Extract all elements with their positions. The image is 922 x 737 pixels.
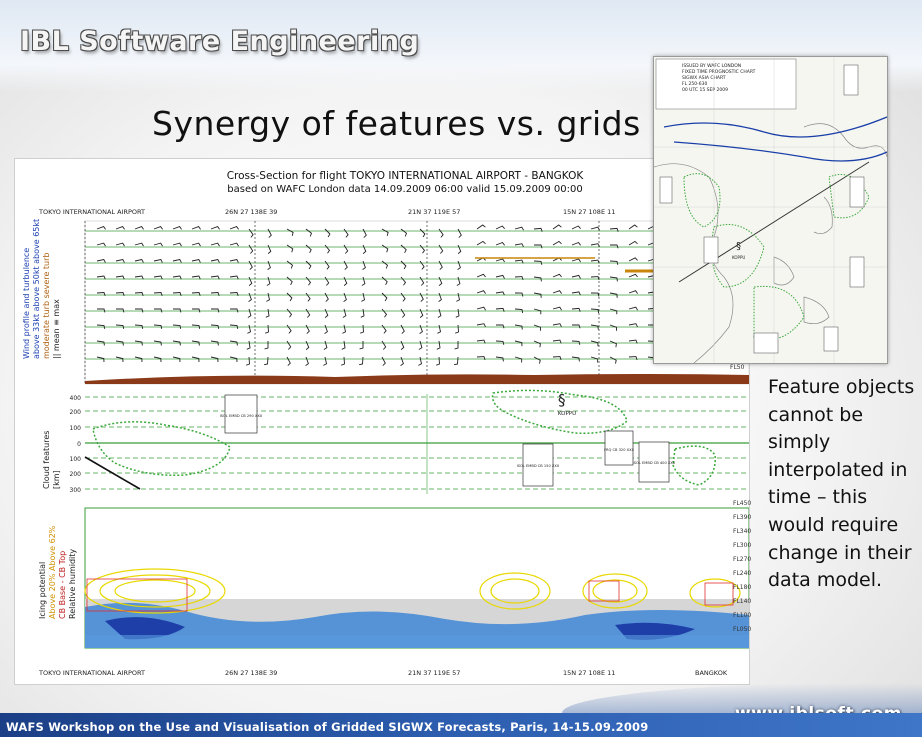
svg-text:Relative humidity: Relative humidity — [68, 549, 77, 619]
route-end-label-bottom: BANGKOK — [695, 669, 728, 677]
waypoint-1-bottom: 26N 27 138E 39 — [225, 669, 277, 677]
svg-text:Cloud features: Cloud features — [42, 431, 51, 489]
route-start-label-top: TOKYO INTERNATIONAL AIRPORT — [38, 208, 145, 216]
sigwx-map-inset: ISSUED BY WAFC LONDON FIXED TIME PROGNOS… — [653, 56, 888, 364]
waypoint-1-top: 26N 27 138E 39 — [225, 208, 277, 216]
svg-text:300: 300 — [70, 487, 82, 494]
annotation-1: ISOL EMBD CB 290 XXX — [220, 414, 263, 418]
tropical-cyclone-icon: § — [558, 391, 566, 409]
annotation-3: FRQ CB 320 XXX — [604, 448, 635, 452]
svg-text:0: 0 — [77, 441, 81, 448]
svg-text:ISSUED BY WAFC LONDON: ISSUED BY WAFC LONDON — [682, 63, 741, 69]
cloud-features-panel: 400 200 100 0 100 200 300 ISOL EMBD CB 2… — [42, 389, 749, 494]
fl50-label: FL50 — [730, 364, 745, 371]
waypoint-3-bottom: 15N 27 108E 11 — [563, 669, 615, 677]
cross-section-figure: Cross-Section for flight TOKYO INTERNATI… — [14, 158, 750, 685]
svg-text:00 UTC 15 SEP 2009: 00 UTC 15 SEP 2009 — [682, 87, 728, 93]
svg-text:200: 200 — [70, 471, 82, 478]
svg-text:FL 250-630: FL 250-630 — [682, 81, 707, 87]
map-tc-icon: § — [736, 241, 741, 252]
svg-text:moderate turb severe turb: moderate turb severe turb — [42, 253, 51, 360]
icing-humidity-panel: Icing potential Above 20% Above 62% CB B… — [38, 507, 749, 649]
waypoint-2-bottom: 21N 37 119E 57 — [408, 669, 460, 677]
tc-koppu-label: KOPPU — [558, 411, 576, 417]
svg-text:above 33kt above 50kt above 65: above 33kt above 50kt above 65kt — [32, 219, 41, 359]
cross-section-svg: Cross-Section for flight TOKYO INTERNATI… — [22, 170, 749, 677]
waypoint-2-top: 21N 37 119E 57 — [408, 208, 460, 216]
svg-text:100: 100 — [70, 425, 82, 432]
cross-section-title: Cross-Section for flight TOKYO INTERNATI… — [227, 170, 585, 182]
svg-text:|| mean ≡ max: || mean ≡ max — [52, 299, 61, 359]
svg-text:200: 200 — [70, 409, 82, 416]
annotation-2: ISOL EMBD CB 150 XXX — [517, 464, 560, 468]
footer-text: WAFS Workshop on the Use and Visualisati… — [6, 720, 649, 734]
brand-title: IBL Software Engineering — [20, 26, 420, 57]
waypoint-3-top: 15N 27 108E 11 — [563, 208, 615, 216]
explanation-text: Feature objects cannot be simply interpo… — [768, 376, 915, 592]
svg-text:Wind profile and turbulence: Wind profile and turbulence — [22, 248, 31, 359]
cloud-panel-legend: Cloud features [km] — [42, 431, 61, 489]
svg-text:100: 100 — [70, 456, 82, 463]
annotation-4: ISOL EMBD CB 400 XXX — [633, 461, 676, 465]
svg-text:[km]: [km] — [52, 470, 61, 489]
svg-text:CB Base - CB Top: CB Base - CB Top — [58, 551, 67, 619]
slide-title: Synergy of features vs. grids — [152, 104, 641, 143]
map-tc-label: KOPPU — [732, 255, 745, 260]
svg-text:FIXED TIME PROGNOSTIC CHART: FIXED TIME PROGNOSTIC CHART — [682, 69, 756, 75]
route-start-label-bottom: TOKYO INTERNATIONAL AIRPORT — [38, 669, 145, 677]
cross-section-subtitle: based on WAFC London data 14.09.2009 06:… — [227, 184, 582, 195]
sigwx-map-svg: ISSUED BY WAFC LONDON FIXED TIME PROGNOS… — [654, 57, 887, 363]
wind-panel: FL50 Wind profile and turbulence above 3… — [22, 219, 749, 385]
svg-text:Above 20% Above 62%: Above 20% Above 62% — [48, 525, 57, 619]
icing-panel-legend: Icing potential Above 20% Above 62% CB B… — [38, 525, 77, 619]
svg-text:SIGWX ASIA CHART: SIGWX ASIA CHART — [682, 75, 726, 81]
flight-level-axis: FL450 FL390 FL340 FL300 FL270 FL240 FL18… — [733, 500, 752, 633]
svg-text:Icing potential: Icing potential — [38, 562, 47, 619]
svg-text:400: 400 — [70, 395, 82, 402]
wind-panel-legend: Wind profile and turbulence above 33kt a… — [22, 219, 61, 359]
